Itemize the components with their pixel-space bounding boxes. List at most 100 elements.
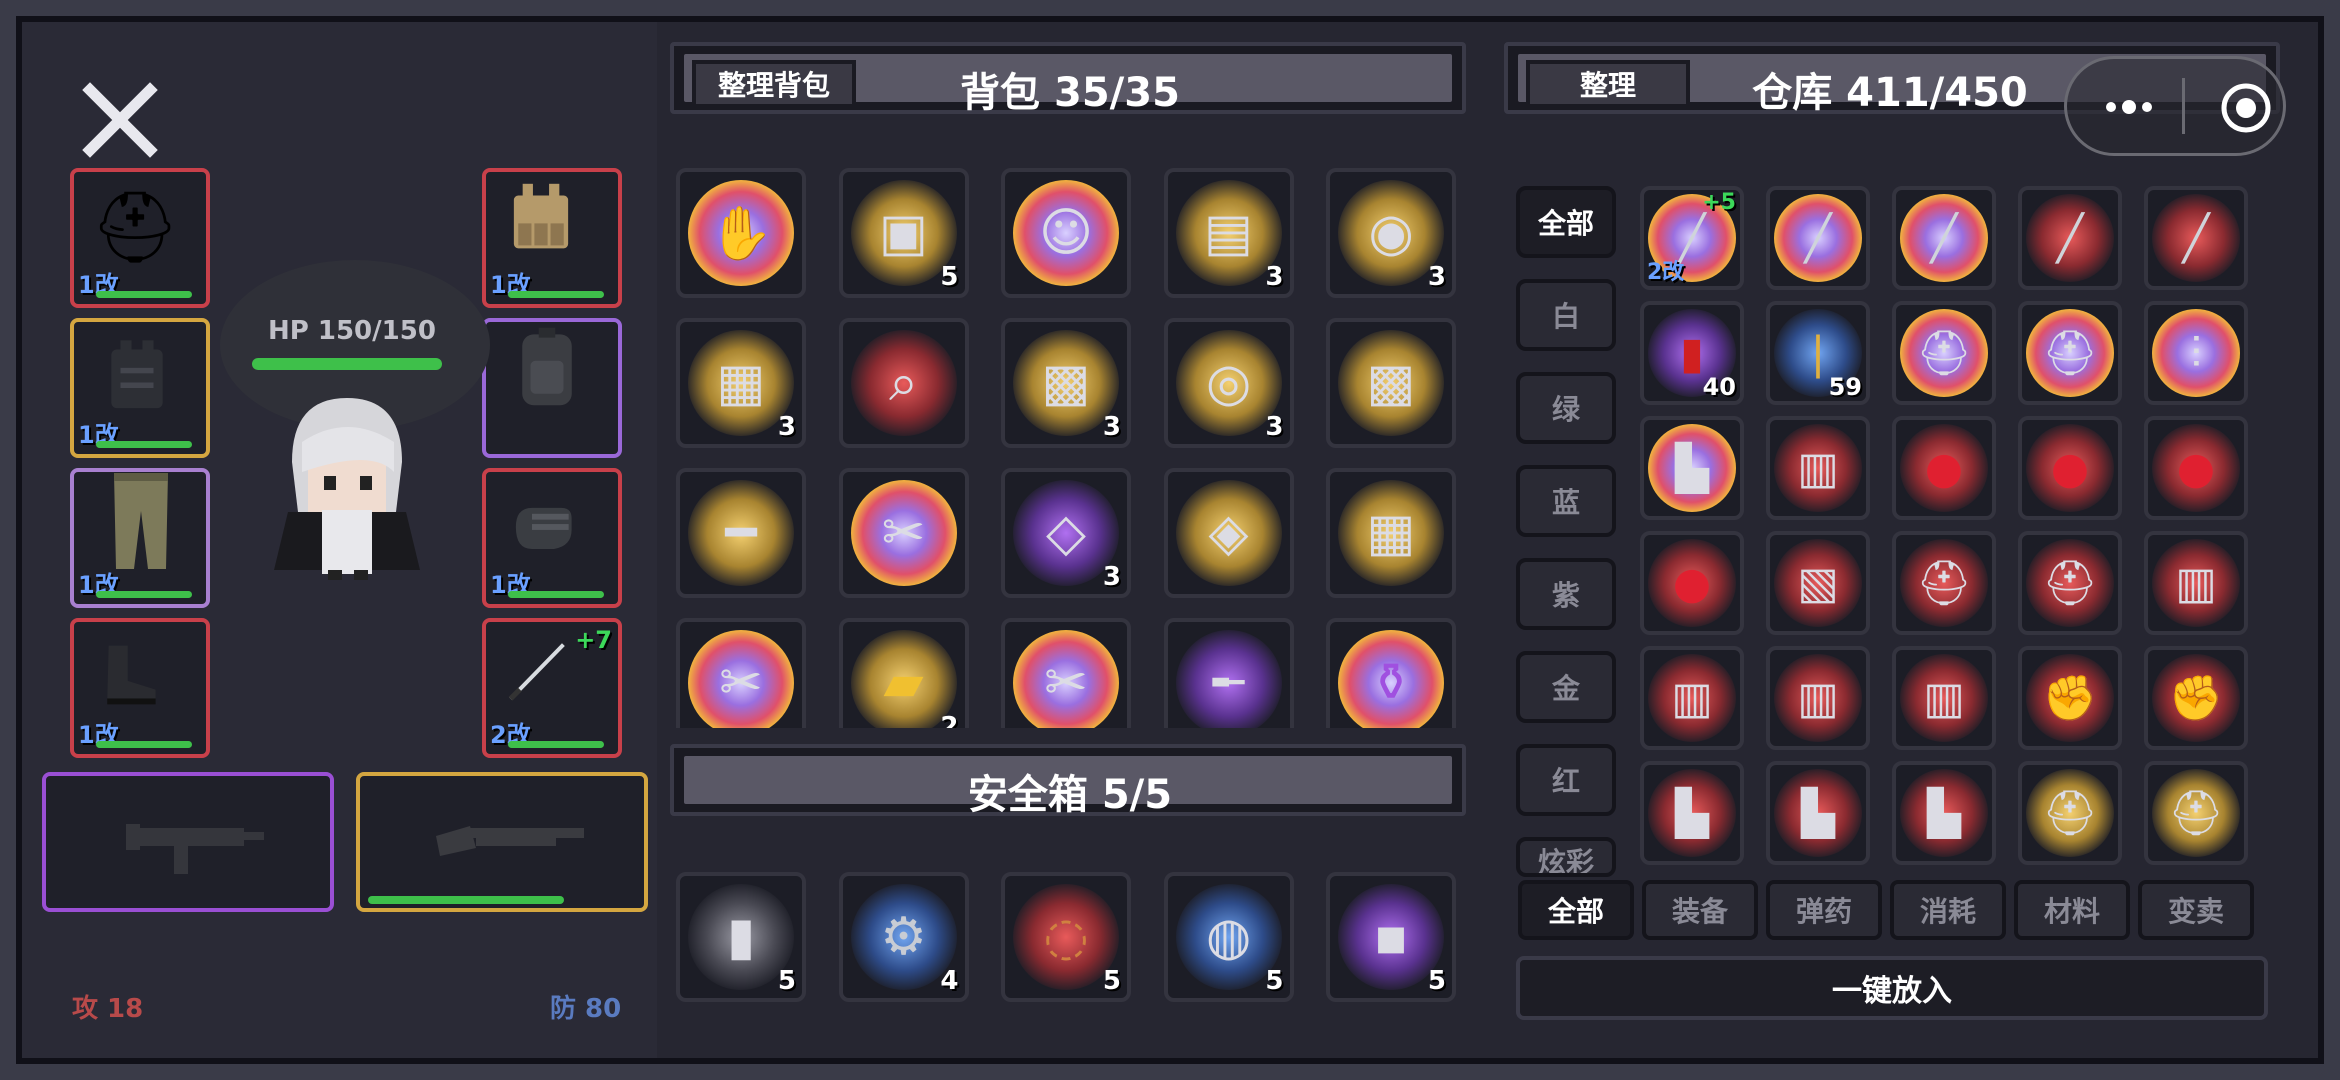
- ammo-box-icon: ▪: [1373, 907, 1409, 967]
- item-cell[interactable]: ▦: [1326, 468, 1456, 598]
- equip-slot-boots[interactable]: 1改: [70, 618, 210, 758]
- defense-stat: 防 80: [550, 994, 622, 1024]
- item-cell[interactable]: ●: [1892, 416, 1996, 520]
- item-cell[interactable]: ⚙ 4: [838, 872, 969, 1002]
- item-cell[interactable]: ▪ 5: [1326, 872, 1456, 1002]
- category-tab[interactable]: 弹药: [1766, 880, 1882, 940]
- item-cell[interactable]: ▥: [1892, 646, 1996, 750]
- item-cell[interactable]: ⛑: [2018, 531, 2122, 635]
- item-count: 3: [1102, 412, 1121, 442]
- category-tab[interactable]: 材料: [2014, 880, 2130, 940]
- item-cell[interactable]: ▥: [1766, 416, 1870, 520]
- item-cell[interactable]: ●: [1640, 531, 1744, 635]
- item-cell[interactable]: ╱: [2144, 186, 2248, 290]
- put-all-button[interactable]: 一键放入: [1516, 956, 2268, 1020]
- item-cell[interactable]: ✂: [676, 618, 806, 728]
- item-cell[interactable]: ╾: [1163, 618, 1294, 728]
- item-cell[interactable]: ☺: [1001, 168, 1131, 298]
- item-cell[interactable]: ❘ 59: [1766, 301, 1870, 405]
- item-cell[interactable]: ▧: [1766, 531, 1870, 635]
- item-cell[interactable]: ▥: [1766, 646, 1870, 750]
- item-cell[interactable]: ▮ 5: [676, 872, 806, 1002]
- item-cell[interactable]: ⌕: [838, 318, 969, 448]
- item-cell[interactable]: ◇ 3: [1001, 468, 1131, 598]
- rarity-filter[interactable]: 绿: [1516, 372, 1616, 444]
- more-dots-icon[interactable]: [2094, 82, 2164, 132]
- sort-warehouse-button[interactable]: 整理: [1526, 60, 1690, 108]
- rarity-filter[interactable]: 蓝: [1516, 465, 1616, 537]
- item-cell[interactable]: ╱: [1766, 186, 1870, 290]
- item-cell[interactable]: ✊: [2144, 646, 2248, 750]
- equip-slot-backpack[interactable]: [482, 318, 622, 458]
- rarity-filter[interactable]: 全部: [1516, 186, 1616, 258]
- item-cell[interactable]: ⚱: [1326, 618, 1456, 728]
- item-cell[interactable]: ✊: [2018, 646, 2122, 750]
- item-cell[interactable]: ╱ 2改 +5: [1640, 186, 1744, 290]
- item-cell[interactable]: ✂: [838, 468, 969, 598]
- boot-icon: ▙: [1675, 442, 1709, 494]
- item-cell[interactable]: ▥: [2144, 531, 2248, 635]
- item-cell[interactable]: ▦ 3: [676, 318, 806, 448]
- category-tab[interactable]: 消耗: [1890, 880, 2006, 940]
- item-cell[interactable]: ▙: [1640, 761, 1744, 865]
- equip-slot-vest[interactable]: 1改: [70, 318, 210, 458]
- jar-icon: ⚱: [1369, 653, 1413, 713]
- equip-slot-pants[interactable]: 1改: [70, 468, 210, 608]
- item-count: 59: [1828, 373, 1862, 401]
- item-cell[interactable]: ✋: [676, 168, 806, 298]
- item-cell[interactable]: ▩: [1326, 318, 1456, 448]
- item-cell[interactable]: ▣ 5: [838, 168, 969, 298]
- item-cell[interactable]: ◉ 3: [1326, 168, 1456, 298]
- target-circle-icon[interactable]: [2220, 82, 2272, 134]
- category-tab[interactable]: 变卖: [2138, 880, 2254, 940]
- item-cell[interactable]: ⛑: [2018, 761, 2122, 865]
- item-cell[interactable]: ▙: [1640, 416, 1744, 520]
- item-cell[interactable]: ◎ 3: [1163, 318, 1294, 448]
- copper-coil-icon: ◌: [1043, 907, 1089, 967]
- rarity-filter[interactable]: 炫彩: [1516, 837, 1616, 877]
- item-cell[interactable]: ━: [676, 468, 806, 598]
- item-cell[interactable]: ⛑: [1892, 301, 1996, 405]
- blade-icon: ╱: [1930, 212, 1958, 264]
- item-cell[interactable]: ●: [2144, 416, 2248, 520]
- rarity-filter[interactable]: 白: [1516, 279, 1616, 351]
- item-cell[interactable]: ●: [2018, 416, 2122, 520]
- item-cell[interactable]: ⛑: [2018, 301, 2122, 405]
- equip-slot-melee[interactable]: +7 2改: [482, 618, 622, 758]
- gloves-icon: ✊: [2042, 673, 2098, 724]
- item-cell[interactable]: ⛑: [1892, 531, 1996, 635]
- rarity-filter[interactable]: 红: [1516, 744, 1616, 816]
- weapon-slot-secondary[interactable]: [356, 772, 648, 912]
- equip-slot-gloves[interactable]: 1改: [482, 468, 622, 608]
- weapon-slot-primary[interactable]: [42, 772, 334, 912]
- close-icon[interactable]: [80, 80, 160, 160]
- item-cell[interactable]: ╱: [2018, 186, 2122, 290]
- equip-slot-helmet[interactable]: ⛑ 1改: [70, 168, 210, 308]
- equip-slot-armor[interactable]: 1改: [482, 168, 622, 308]
- item-cell[interactable]: ▙: [1766, 761, 1870, 865]
- item-cell[interactable]: ▮ 40: [1640, 301, 1744, 405]
- sort-backpack-button[interactable]: 整理背包: [692, 60, 856, 108]
- rarity-filter[interactable]: 金: [1516, 651, 1616, 723]
- item-cell[interactable]: ▩ 3: [1001, 318, 1131, 448]
- item-cell[interactable]: ▰ 2: [838, 618, 969, 728]
- item-cell[interactable]: ◍ 5: [1163, 872, 1294, 1002]
- category-tab[interactable]: 装备: [1642, 880, 1758, 940]
- blade-icon: ╱: [2056, 212, 2084, 264]
- shotgun-icon: [436, 826, 584, 856]
- item-cell[interactable]: ⛑: [2144, 761, 2248, 865]
- gear-icon: ⚙: [880, 907, 927, 967]
- item-cell[interactable]: ▤ 3: [1163, 168, 1294, 298]
- item-cell[interactable]: ◈: [1163, 468, 1294, 598]
- item-cell[interactable]: ✂: [1001, 618, 1131, 728]
- item-cell[interactable]: ⫶: [2144, 301, 2248, 405]
- category-tab[interactable]: 全部: [1518, 880, 1634, 940]
- item-cell[interactable]: ▥: [1640, 646, 1744, 750]
- item-cell[interactable]: ◌ 5: [1001, 872, 1131, 1002]
- multitool-icon: ✂: [881, 503, 926, 563]
- vest-icon: [104, 340, 170, 410]
- item-cell[interactable]: ▙: [1892, 761, 1996, 865]
- item-cell[interactable]: ╱: [1892, 186, 1996, 290]
- multitool-icon: ✂: [1044, 653, 1088, 713]
- rarity-filter[interactable]: 紫: [1516, 558, 1616, 630]
